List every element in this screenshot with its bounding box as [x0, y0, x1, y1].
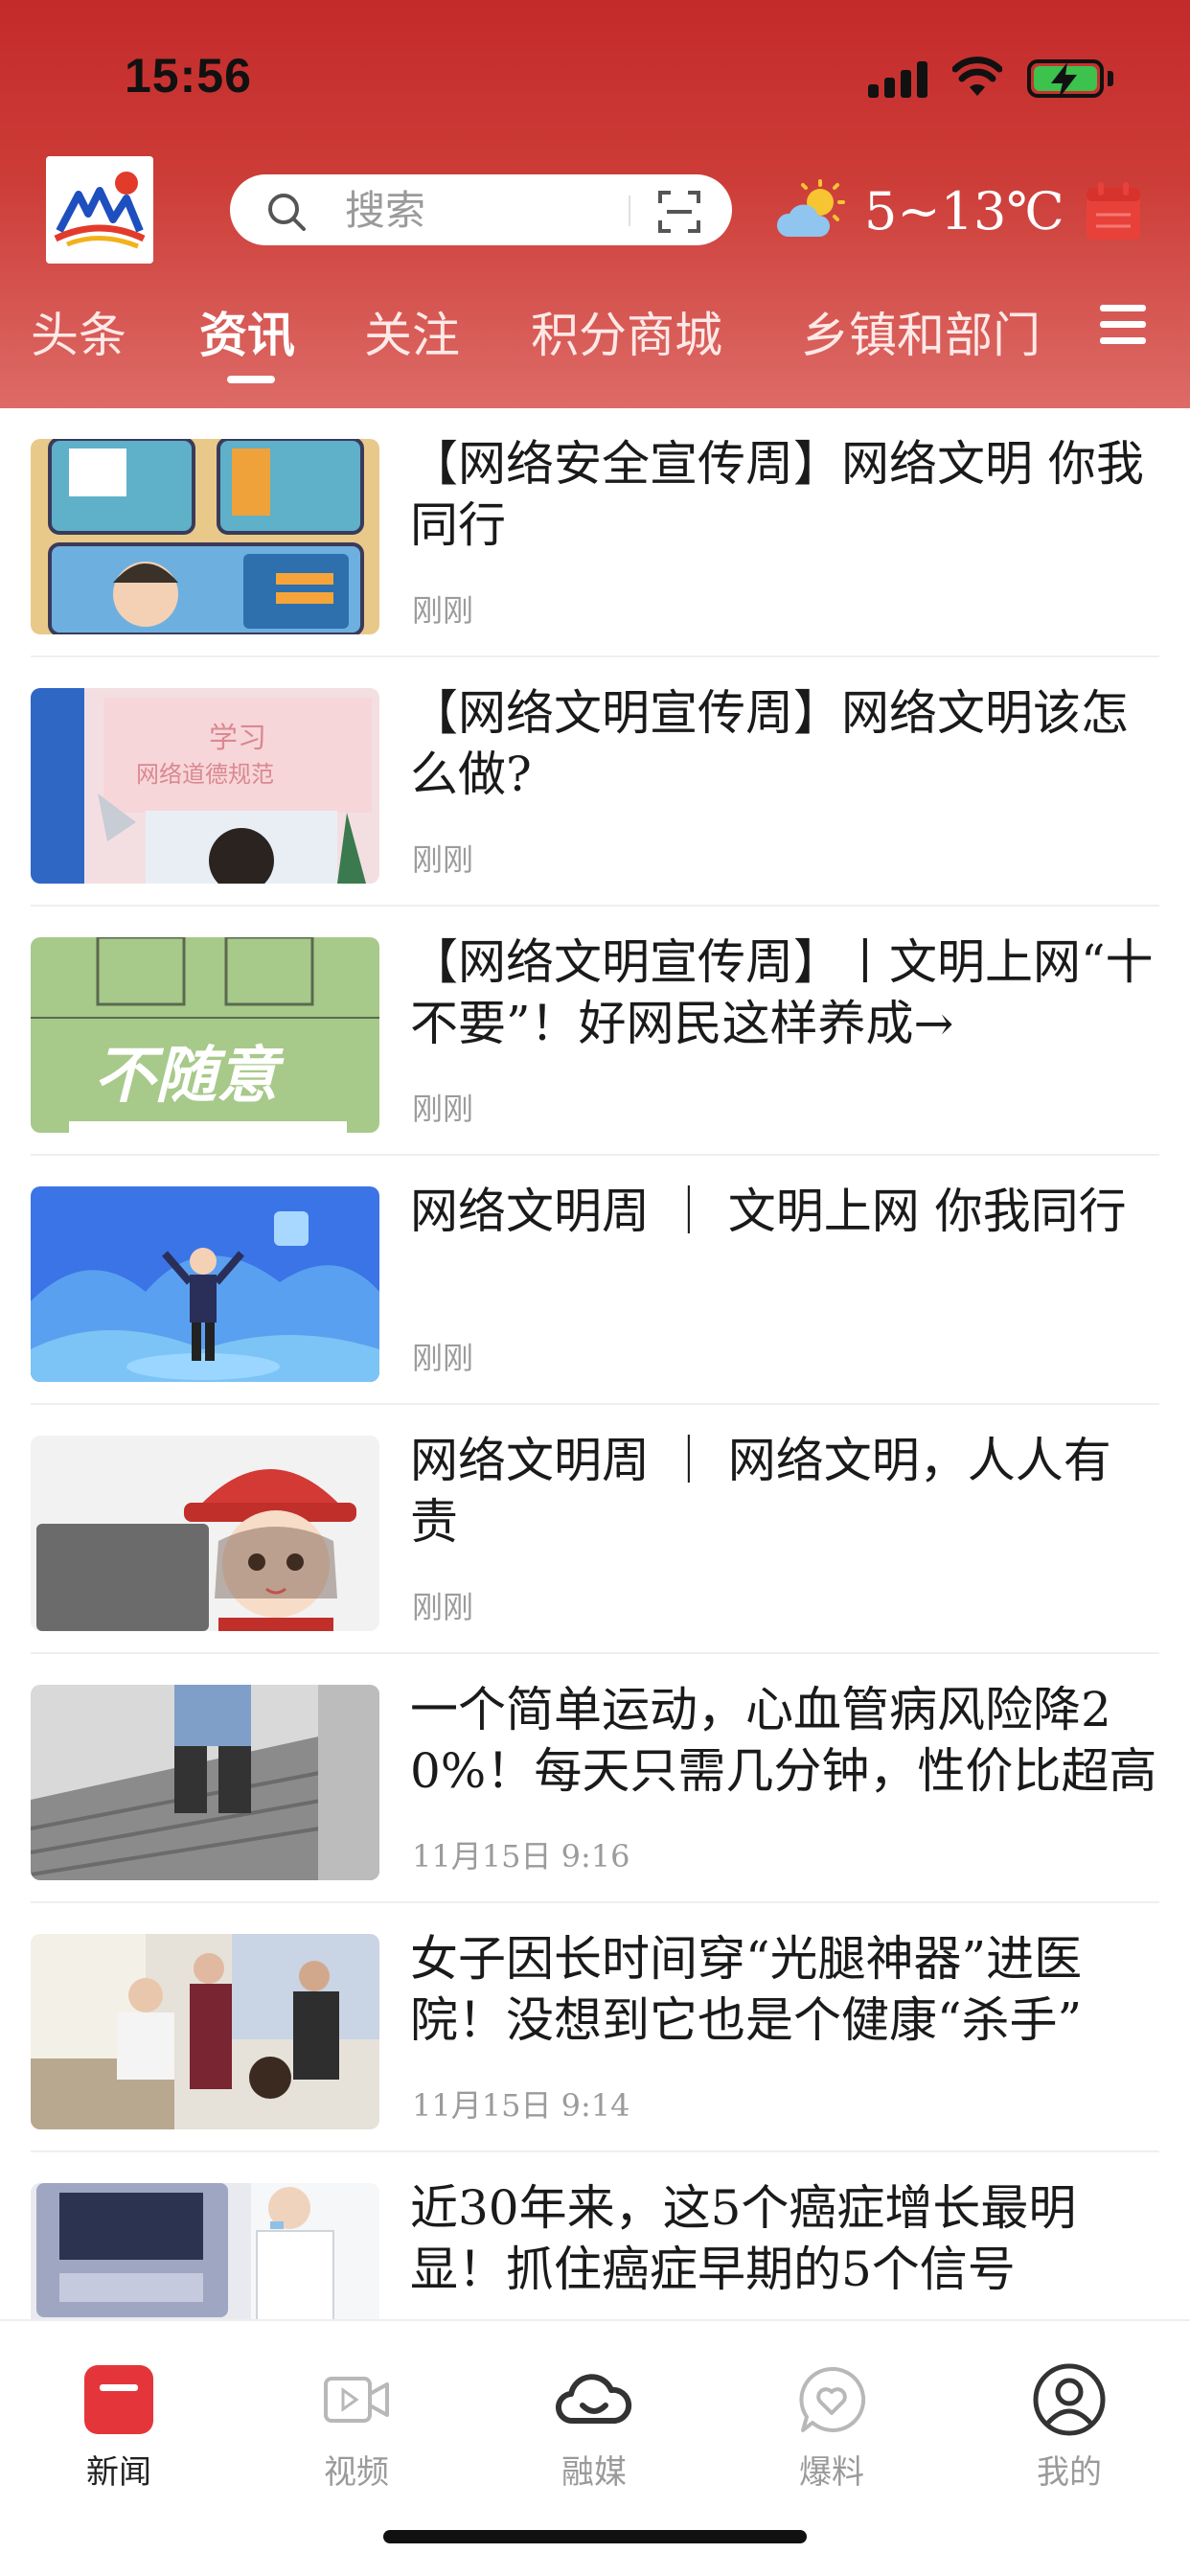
calendar-icon[interactable] — [1085, 180, 1142, 242]
nav-label: 新闻 — [86, 2453, 151, 2492]
news-thumbnail — [31, 1934, 379, 2129]
nav-label: 融媒 — [561, 2453, 627, 2492]
tab-zixun[interactable]: 资讯 — [199, 297, 295, 366]
news-thumbnail: 学习 网络道德规范 — [31, 688, 379, 884]
search-bar[interactable] — [230, 174, 732, 245]
status-bar: 15:56 — [0, 0, 1190, 144]
news-time: 11月15日 9:16 — [412, 1838, 630, 1874]
search-input[interactable] — [345, 184, 632, 236]
news-title: 【网络文明宣传周】丨文明上网“十不要”！好网民这样养成→ — [410, 934, 1154, 1051]
scan-icon[interactable] — [657, 190, 701, 234]
news-thumbnail — [31, 1186, 379, 1382]
app-logo[interactable] — [46, 156, 153, 264]
partly-sunny-icon — [776, 179, 845, 237]
news-thumbnail — [31, 439, 379, 634]
news-list: 【网络安全宣传周】网络文明 你我同行 刚刚 学习 网络道德规范 【网络文明宣传周… — [0, 408, 1190, 2379]
cloud-icon — [556, 2374, 632, 2425]
news-title: 网络文明周 ｜ 网络文明，人人有责 — [410, 1433, 1111, 1550]
logo-icon — [46, 156, 153, 264]
search-divider — [629, 196, 630, 226]
channel-tabs: 头条 资讯 关注 积分商城 乡镇和部门 — [0, 297, 1190, 389]
news-time: 刚刚 — [412, 1091, 474, 1127]
thumb-text-busuiyi: 不随意 — [94, 1041, 285, 1112]
news-thumbnail — [31, 1436, 379, 1631]
tab-towns-departments[interactable]: 乡镇和部门 — [801, 297, 1041, 366]
nav-label: 视频 — [324, 2453, 389, 2492]
news-item[interactable]: 一个简单运动，心血管病风险降20%！每天只需几分钟，性价比超高 11月15日 9… — [0, 1654, 1190, 1903]
nav-video[interactable]: 视频 — [270, 2340, 443, 2494]
thumb-text-xuexi: 学习 — [209, 722, 266, 755]
status-time: 15:56 — [125, 49, 252, 103]
cellular-signal-icon — [868, 61, 927, 98]
news-time: 刚刚 — [412, 1340, 474, 1376]
menu-icon[interactable] — [1100, 305, 1146, 345]
header: 15:56 搜索 5~13℃ 头条 资讯 关注 积分商城 乡镇和部门 — [0, 0, 1190, 408]
news-time: 11月15日 9:14 — [412, 2087, 630, 2124]
news-item[interactable]: 不随意 【网络文明宣传周】丨文明上网“十不要”！好网民这样养成→ 刚刚 — [0, 907, 1190, 1156]
nav-label: 爆料 — [799, 2453, 864, 2492]
weather-temperature: 5~13℃ — [864, 181, 1064, 242]
profile-icon — [1033, 2363, 1106, 2436]
news-item[interactable]: 网络文明周 ｜ 网络文明，人人有责 刚刚 — [0, 1405, 1190, 1654]
tab-guanzhu[interactable]: 关注 — [364, 297, 460, 366]
news-title: 近30年来，这5个癌症增长最明显！抓住癌症早期的5个信号 — [410, 2180, 1077, 2297]
news-title: 网络文明周 ｜ 文明上网 你我同行 — [410, 1184, 1127, 1239]
news-thumbnail: 不随意 — [31, 937, 379, 1133]
heart-chat-icon — [799, 2366, 866, 2432]
tab-points-mall[interactable]: 积分商城 — [531, 297, 722, 366]
news-item[interactable]: 网络文明周 ｜ 文明上网 你我同行 刚刚 — [0, 1156, 1190, 1405]
news-time: 刚刚 — [412, 1589, 474, 1625]
wifi-icon — [952, 57, 1002, 96]
weather-widget[interactable]: 5~13℃ — [776, 177, 1064, 244]
news-icon — [84, 2365, 153, 2434]
thumb-text-norms: 网络道德规范 — [136, 761, 274, 788]
tab-toutiao[interactable]: 头条 — [31, 297, 126, 366]
news-thumbnail — [31, 1685, 379, 1880]
news-time: 刚刚 — [412, 592, 474, 629]
news-title: 女子因长时间穿“光腿神器”进医院！没想到它也是个健康“杀手” — [410, 1931, 1083, 2048]
app-screen: 15:56 搜索 5~13℃ 头条 资讯 关注 积分商城 乡镇和部门 【网络安全… — [0, 0, 1190, 2576]
news-title: 【网络安全宣传周】网络文明 你我同行 — [410, 436, 1144, 553]
battery-icon — [1027, 59, 1104, 99]
battery-tip — [1108, 71, 1113, 86]
nav-media[interactable]: 融媒 — [508, 2340, 680, 2494]
video-icon — [324, 2377, 389, 2423]
news-item[interactable]: 【网络安全宣传周】网络文明 你我同行 刚刚 — [0, 408, 1190, 657]
news-time: 刚刚 — [412, 841, 474, 878]
search-icon — [268, 194, 306, 231]
news-item[interactable]: 学习 网络道德规范 【网络文明宣传周】网络文明该怎么做? 刚刚 — [0, 657, 1190, 907]
active-tab-indicator — [227, 376, 275, 383]
news-title: 【网络文明宣传周】网络文明该怎么做? — [410, 685, 1129, 802]
news-title: 一个简单运动，心血管病风险降20%！每天只需几分钟，性价比超高 — [410, 1682, 1157, 1799]
home-indicator[interactable] — [383, 2530, 807, 2543]
nav-label: 我的 — [1037, 2453, 1102, 2492]
charging-bolt-icon — [1051, 62, 1077, 99]
nav-profile[interactable]: 我的 — [983, 2340, 1156, 2494]
nav-news[interactable]: 新闻 — [33, 2340, 205, 2494]
news-item[interactable]: 女子因长时间穿“光腿神器”进医院！没想到它也是个健康“杀手” 11月15日 9:… — [0, 1903, 1190, 2152]
nav-tipoff[interactable]: 爆料 — [745, 2340, 918, 2494]
